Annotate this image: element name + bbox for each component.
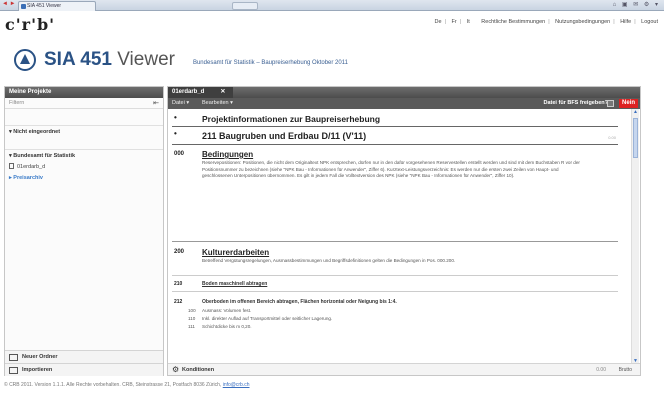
app-brand: SIA 451 Viewer Bundesamt für Statistik –… bbox=[14, 45, 348, 75]
folder-icon bbox=[9, 354, 18, 361]
logout-link[interactable]: Logout bbox=[641, 19, 658, 25]
scroll-thumb[interactable] bbox=[633, 118, 638, 158]
legal-link[interactable]: Rechtliche Bestimmungen bbox=[481, 19, 545, 25]
terms-link[interactable]: Nutzungsbedingungen bbox=[555, 19, 610, 25]
document-tabbar: 01erdarb_d ✕ bbox=[168, 87, 640, 98]
favicon-icon bbox=[21, 4, 26, 9]
document-content: • Projektinformationen zur Baupreiserheb… bbox=[172, 113, 618, 329]
folder-bfs[interactable]: ▾ Bundesamt für Statistik bbox=[5, 153, 75, 159]
browser-tab-title: SIA 451 Viewer bbox=[27, 3, 62, 9]
release-status-badge[interactable]: Nein bbox=[618, 99, 638, 108]
help-link[interactable]: Hilfe bbox=[620, 19, 631, 25]
divider bbox=[172, 291, 618, 292]
conditions-bar[interactable]: ⚙ Konditionen 0.00 Brutto bbox=[168, 363, 640, 375]
expand-icon[interactable]: • bbox=[174, 129, 177, 138]
new-tab-button[interactable] bbox=[232, 2, 258, 10]
menu-file[interactable]: Datei ▾ bbox=[172, 98, 189, 109]
crb-logo: c'r'b' bbox=[5, 15, 56, 34]
menu-edit[interactable]: Bearbeiten ▾ bbox=[202, 98, 233, 109]
new-folder-button[interactable]: Neuer Ordner bbox=[5, 350, 163, 363]
projects-sidebar: Meine Projekte Filtern ⇤ ▾ Nicht eingeor… bbox=[4, 86, 164, 376]
browser-tab[interactable]: SIA 451 Viewer bbox=[18, 1, 96, 11]
app-subtitle: Bundesamt für Statistik – Baupreiserhebu… bbox=[192, 59, 348, 66]
conditions-label: Konditionen bbox=[182, 367, 215, 373]
sia-logo-icon bbox=[14, 49, 36, 71]
gear-icon: ⚙ bbox=[172, 365, 180, 374]
expand-icon[interactable]: • bbox=[174, 113, 177, 122]
contact-email-link[interactable]: info@crb.ch bbox=[223, 382, 250, 388]
project-filter-input[interactable]: Filtern ⇤ bbox=[5, 98, 163, 109]
browser-tools-icons[interactable]: ⌂ ▣ ✉ ⚙ ▾ bbox=[613, 1, 660, 8]
app-title: SIA 451 Viewer bbox=[44, 49, 175, 70]
tab-document[interactable]: 01erdarb_d ✕ bbox=[168, 87, 234, 98]
lang-it-link[interactable]: It bbox=[467, 19, 470, 25]
sidebar-item-project[interactable]: 01erdarb_d bbox=[5, 163, 45, 170]
conditions-unit: Brutto bbox=[618, 367, 632, 373]
project-info-row[interactable]: • Projektinformationen zur Baupreiserheb… bbox=[172, 113, 618, 127]
divider bbox=[5, 125, 163, 126]
divider bbox=[172, 241, 618, 242]
divider bbox=[172, 275, 618, 276]
lang-fr-link[interactable]: Fr bbox=[452, 19, 457, 25]
folder-archive[interactable]: ▸ Preisarchiv bbox=[5, 175, 43, 181]
document-menubar: Datei ▾ Bearbeiten ▾ Datei für BFS freig… bbox=[168, 98, 640, 109]
conditions-value: 0.00 bbox=[596, 367, 606, 373]
lang-de-link[interactable]: De bbox=[435, 19, 442, 25]
import-icon bbox=[9, 367, 18, 374]
sidebar-title: Meine Projekte bbox=[5, 87, 163, 98]
divider bbox=[5, 149, 163, 150]
list-item[interactable]: 111 Schichtdicke bis m 0,20. bbox=[188, 324, 252, 329]
document-panel: 01erdarb_d ✕ Datei ▾ Bearbeiten ▾ Datei f… bbox=[167, 86, 641, 376]
close-tab-icon[interactable]: ✕ bbox=[220, 89, 225, 95]
chapter-row[interactable]: • 211 Baugruben und Erdbau D/11 (V'11) 0… bbox=[172, 129, 618, 145]
browser-toolbar: ◄ ► SIA 451 Viewer ⌂ ▣ ✉ ⚙ ▾ bbox=[0, 0, 664, 11]
list-item[interactable]: 100 Ausmass: Volumen fest. bbox=[188, 308, 251, 313]
vertical-scrollbar[interactable]: ▲ ▼ bbox=[631, 109, 639, 365]
filter-pin-icon[interactable]: ⇤ bbox=[153, 98, 159, 109]
section-000[interactable]: 000 Bedingungen Reservepositionen: Posit… bbox=[172, 150, 618, 239]
footer-copyright: © CRB 2011. Version 1.1.1. Alle Rechte v… bbox=[4, 382, 250, 388]
document-icon bbox=[9, 163, 14, 169]
top-links: De | Fr | It Rechtliche Bestimmungen | Nutz… bbox=[434, 19, 658, 25]
import-button[interactable]: Importieren bbox=[5, 363, 163, 376]
release-checkbox[interactable] bbox=[607, 100, 614, 107]
scroll-up-icon[interactable]: ▲ bbox=[632, 109, 639, 116]
browser-nav-icons[interactable]: ◄ ► bbox=[2, 1, 16, 7]
release-label: Datei für BFS freigeben? bbox=[543, 100, 608, 106]
folder-unassigned[interactable]: ▾ Nicht eingeordnet bbox=[5, 129, 60, 135]
list-item[interactable]: 110 Inkl. direkter Auflad auf Transportmi… bbox=[188, 316, 332, 321]
